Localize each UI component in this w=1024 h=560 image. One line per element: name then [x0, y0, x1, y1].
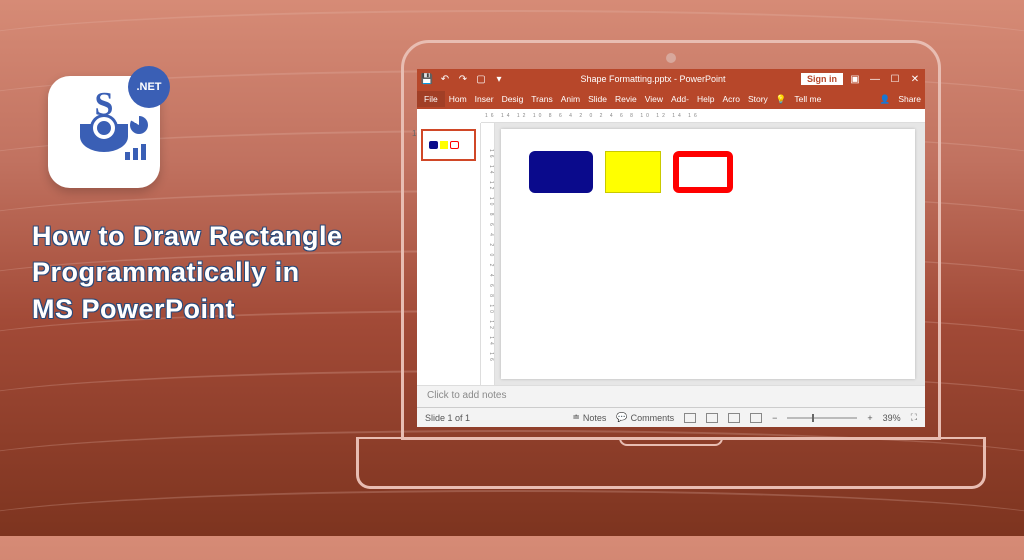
normal-view-icon[interactable]: [684, 413, 696, 423]
tell-me-button[interactable]: Tell me: [790, 94, 825, 104]
headline-line-2: Programmatically in: [32, 254, 343, 290]
laptop-screen-frame: 💾 ↶ ↷ ▢ ▾ Shape Formatting.pptx - PowerP…: [401, 40, 941, 440]
laptop-illustration: 💾 ↶ ↷ ▢ ▾ Shape Formatting.pptx - PowerP…: [356, 40, 986, 500]
tab-addins[interactable]: Add-: [667, 94, 693, 104]
slide-thumbnails-panel: 1: [417, 123, 481, 385]
minimize-icon[interactable]: —: [869, 73, 881, 85]
red-outline-rounded-rectangle-shape[interactable]: [673, 151, 733, 193]
product-logo: S .NET: [48, 76, 160, 188]
share-button[interactable]: Share: [894, 94, 925, 104]
notes-button[interactable]: ≐ Notes: [572, 412, 606, 423]
share-icon[interactable]: 👤: [876, 94, 895, 105]
tab-design[interactable]: Desig: [498, 94, 528, 104]
tab-storyboard[interactable]: Story: [744, 94, 772, 104]
horizontal-ruler: 16 14 12 10 8 6 4 2 0 2 4 6 8 10 12 14 1…: [481, 109, 925, 123]
qat-dropdown-icon[interactable]: ▾: [493, 73, 505, 85]
dotnet-badge: .NET: [128, 66, 170, 108]
window-controls: ▣ — ☐ ✕: [849, 73, 921, 85]
logo-eye-icon: [80, 124, 128, 152]
article-headline: How to Draw Rectangle Programmatically i…: [32, 218, 343, 327]
slide-thumbnail-1[interactable]: [421, 129, 476, 161]
yellow-rectangle-shape[interactable]: [605, 151, 661, 193]
redo-icon[interactable]: ↷: [457, 73, 469, 85]
maximize-icon[interactable]: ☐: [889, 73, 901, 85]
slide-canvas[interactable]: [501, 129, 915, 379]
vertical-ruler: 16 14 12 10 8 6 4 2 0 2 4 6 8 10 12 14 1…: [481, 123, 495, 385]
tab-home[interactable]: Hom: [445, 94, 471, 104]
status-bar: Slide 1 of 1 ≐ Notes 💬 Comments − + 39% …: [417, 407, 925, 427]
tab-slideshow[interactable]: Slide: [584, 94, 611, 104]
tab-review[interactable]: Revie: [611, 94, 641, 104]
zoom-slider[interactable]: [787, 417, 857, 419]
sign-in-button[interactable]: Sign in: [801, 73, 843, 85]
document-title: Shape Formatting.pptx - PowerPoint: [511, 74, 795, 84]
tab-acrobat[interactable]: Acro: [718, 94, 743, 104]
reading-view-icon[interactable]: [728, 413, 740, 423]
zoom-in-button[interactable]: +: [867, 413, 872, 423]
tab-help[interactable]: Help: [693, 94, 718, 104]
tab-animations[interactable]: Anim: [557, 94, 584, 104]
notes-pane[interactable]: Click to add notes: [417, 385, 925, 407]
slide-counter: Slide 1 of 1: [425, 413, 470, 423]
zoom-level[interactable]: 39%: [883, 413, 901, 423]
tab-file[interactable]: File: [417, 91, 445, 107]
tab-transitions[interactable]: Trans: [527, 94, 556, 104]
save-icon[interactable]: 💾: [421, 73, 433, 85]
quick-access-toolbar: 💾 ↶ ↷ ▢ ▾: [421, 73, 505, 85]
comments-button[interactable]: 💬 Comments: [616, 412, 674, 423]
slideshow-view-icon[interactable]: [750, 413, 762, 423]
thumbnail-number: 1: [412, 129, 416, 138]
headline-line-3: MS PowerPoint: [32, 291, 343, 327]
start-from-beginning-icon[interactable]: ▢: [475, 73, 487, 85]
powerpoint-window: 💾 ↶ ↷ ▢ ▾ Shape Formatting.pptx - PowerP…: [417, 69, 925, 427]
zoom-out-button[interactable]: −: [772, 413, 777, 423]
close-icon[interactable]: ✕: [909, 73, 921, 85]
tab-view[interactable]: View: [641, 94, 667, 104]
blue-rounded-rectangle-shape[interactable]: [529, 151, 593, 193]
thumb-shape-red: [450, 141, 459, 149]
slide-sorter-view-icon[interactable]: [706, 413, 718, 423]
headline-line-1: How to Draw Rectangle: [32, 218, 343, 254]
ribbon-display-icon[interactable]: ▣: [849, 73, 861, 85]
logo-bars-icon: [125, 144, 146, 160]
tell-me-icon[interactable]: 💡: [772, 94, 791, 105]
undo-icon[interactable]: ↶: [439, 73, 451, 85]
thumb-shape-blue: [429, 141, 438, 149]
logo-pie-icon: [130, 116, 148, 134]
laptop-base: [356, 437, 986, 489]
thumb-shape-yellow: [440, 141, 448, 149]
tab-insert[interactable]: Inser: [471, 94, 498, 104]
fit-to-window-icon[interactable]: ⛶: [911, 412, 917, 423]
laptop-camera-icon: [666, 53, 676, 63]
ribbon-tabs: File Hom Inser Desig Trans Anim Slide Re…: [417, 89, 925, 109]
window-titlebar: 💾 ↶ ↷ ▢ ▾ Shape Formatting.pptx - PowerP…: [417, 69, 925, 89]
